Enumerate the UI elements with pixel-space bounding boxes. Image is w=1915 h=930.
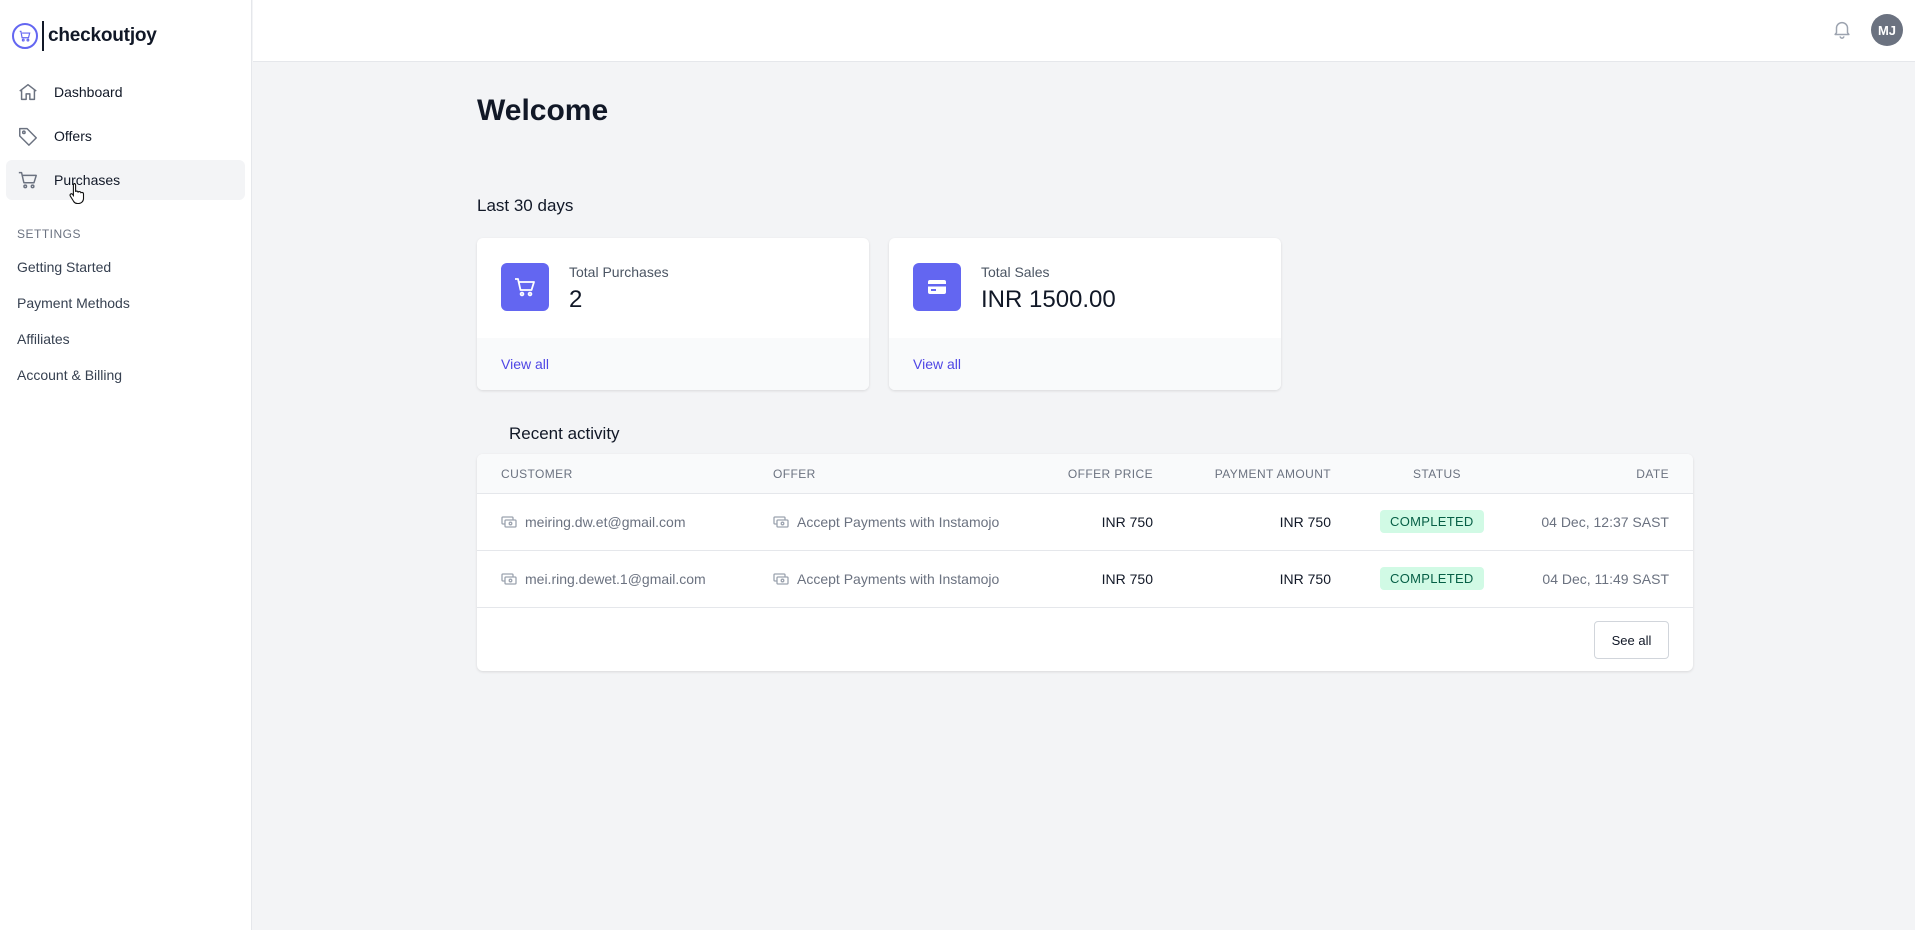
pointer-cursor-icon [68,182,86,207]
stat-value: 2 [569,286,583,313]
nav-label-purchases: Purchases [54,172,121,188]
brand-name: checkoutjoy [48,25,157,46]
cart-logo-icon [12,23,38,49]
col-payment-amount: PAYMENT AMOUNT [1214,467,1331,481]
user-avatar[interactable]: MJ [1871,14,1903,46]
col-date: DATE [1636,467,1669,481]
purchase-date: 04 Dec, 12:37 SAST [1541,514,1669,530]
logo-divider [42,21,44,51]
stat-label: Total Sales [981,264,1050,280]
settings-item-affiliates[interactable]: Affiliates [0,321,251,357]
cart-icon [16,168,40,192]
settings-item-account-billing[interactable]: Account & Billing [0,357,251,393]
page-title: Welcome [477,94,609,127]
customer-email[interactable]: mei.ring.dewet.1@gmail.com [525,571,706,587]
payment-icon [501,515,517,531]
offer-name[interactable]: Accept Payments with Instamojo [797,571,999,587]
home-icon [16,80,40,104]
see-all-button[interactable]: See all [1594,621,1669,659]
payment-amount: INR 750 [1279,514,1331,530]
payment-icon [501,572,517,588]
recent-activity-title: Recent activity [509,424,620,443]
nav-item-purchases[interactable]: Purchases [6,160,245,205]
nav-label-dashboard: Dashboard [54,84,123,100]
cart-icon [501,263,549,311]
settings-heading: SETTINGS [17,227,82,241]
payment-icon [773,515,789,531]
col-customer: CUSTOMER [501,467,573,481]
brand-logo[interactable]: checkoutjoy [0,0,251,72]
view-all-sales-link[interactable]: View all [913,356,961,372]
table-header: CUSTOMER OFFER OFFER PRICE PAYMENT AMOUN… [477,454,1693,494]
credit-card-icon [913,263,961,311]
col-status: STATUS [1413,467,1461,481]
settings-item-payment-methods[interactable]: Payment Methods [0,285,251,321]
nav-item-offers[interactable]: Offers [6,116,245,156]
col-offer-price: OFFER PRICE [1067,467,1153,481]
stat-card-total-sales: Total Sales INR 1500.00 View all [889,238,1281,390]
table-row[interactable]: meiring.dw.et@gmail.com Accept Payments … [477,494,1693,551]
offer-price: INR 750 [1101,571,1153,587]
bell-icon[interactable] [1831,18,1855,42]
offer-price: INR 750 [1101,514,1153,530]
status-badge: COMPLETED [1380,567,1484,590]
recent-activity-table: CUSTOMER OFFER OFFER PRICE PAYMENT AMOUN… [477,454,1693,671]
main-nav: Dashboard Offers Purchases [0,72,251,205]
stat-card-total-purchases: Total Purchases 2 View all [477,238,869,390]
period-heading: Last 30 days [477,196,574,215]
customer-email[interactable]: meiring.dw.et@gmail.com [525,514,686,530]
tag-icon [16,124,40,148]
stat-value: INR 1500.00 [981,286,1116,313]
nav-label-offers: Offers [54,128,92,144]
payment-amount: INR 750 [1279,571,1331,587]
top-bar: MJ [253,0,1915,62]
purchase-date: 04 Dec, 11:49 SAST [1542,571,1669,587]
status-badge: COMPLETED [1380,510,1484,533]
col-offer: OFFER [773,467,816,481]
nav-item-dashboard[interactable]: Dashboard [6,72,245,112]
stat-label: Total Purchases [569,264,669,280]
table-row[interactable]: mei.ring.dewet.1@gmail.com Accept Paymen… [477,551,1693,608]
payment-icon [773,572,789,588]
sidebar: checkoutjoy Dashboard Offers Purchases S… [0,0,252,930]
view-all-purchases-link[interactable]: View all [501,356,549,372]
offer-name[interactable]: Accept Payments with Instamojo [797,514,999,530]
settings-item-getting-started[interactable]: Getting Started [0,249,251,285]
